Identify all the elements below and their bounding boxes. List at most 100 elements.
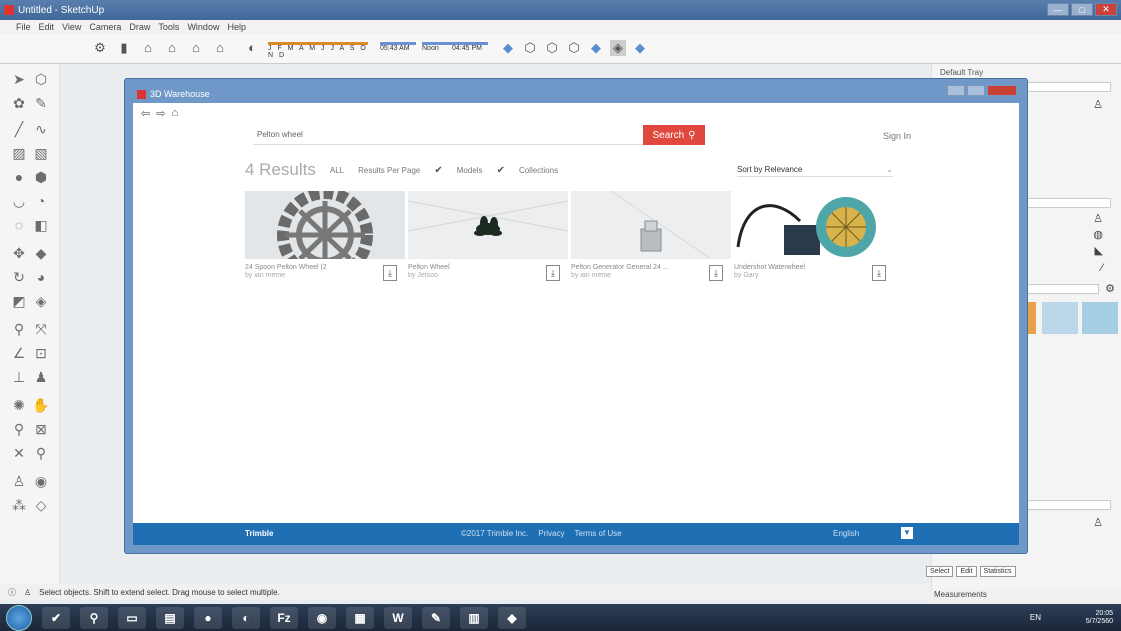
result-card[interactable]: Pelton Generator General 24 ... by ian m…: [571, 191, 731, 291]
task-chat-icon[interactable]: ●: [194, 606, 222, 629]
dialog-minimize-button[interactable]: [947, 85, 965, 96]
styles-icon[interactable]: ◣: [1095, 244, 1103, 257]
hidden-line-style-icon[interactable]: ⬡: [544, 40, 560, 56]
task-word-icon[interactable]: W: [384, 606, 412, 629]
close-button[interactable]: ✕: [1095, 3, 1117, 16]
dialog-close-button[interactable]: [987, 85, 1017, 96]
two-point-arc-icon[interactable]: ◌: [10, 216, 28, 234]
3d-text-icon[interactable]: ♟: [32, 368, 50, 386]
materials-icon[interactable]: ◍: [1093, 228, 1103, 241]
card-title[interactable]: Undershot Waterwheel: [734, 263, 864, 272]
eraser-icon[interactable]: ✎: [32, 94, 50, 112]
model-thumbnail[interactable]: [408, 191, 568, 259]
entity-info-icon[interactable]: ♙: [1093, 98, 1103, 111]
monochrome-style-icon[interactable]: ◈: [610, 40, 626, 56]
credits-icon[interactable]: ♙: [24, 588, 31, 597]
minimize-button[interactable]: —: [1047, 3, 1069, 16]
menu-view[interactable]: View: [62, 22, 81, 32]
geo-icon[interactable]: ⓘ: [8, 587, 16, 598]
previous-view-icon[interactable]: ⚲: [32, 444, 50, 462]
task-filezilla-icon[interactable]: Fz: [270, 606, 298, 629]
select-tool-icon[interactable]: ➤: [10, 70, 28, 88]
style-icon[interactable]: ◆: [632, 40, 648, 56]
trimble-logo[interactable]: Trimble: [245, 529, 273, 538]
task-files-icon[interactable]: ▥: [460, 606, 488, 629]
rotated-rectangle-icon[interactable]: ▧: [32, 144, 50, 162]
zoom-tool-icon[interactable]: ⚲: [10, 420, 28, 438]
filter-all[interactable]: ALL: [330, 166, 344, 175]
task-chrome-icon[interactable]: ◉: [308, 606, 336, 629]
language-select[interactable]: English: [833, 529, 859, 538]
look-around-icon[interactable]: ◉: [32, 472, 50, 490]
task-tool-icon[interactable]: ✎: [422, 606, 450, 629]
privacy-link[interactable]: Privacy: [538, 529, 564, 538]
walk-tool-icon[interactable]: ⁂: [10, 496, 28, 514]
orbit-tool-icon[interactable]: ✺: [10, 396, 28, 414]
menu-file[interactable]: File: [16, 22, 31, 32]
textured-style-icon[interactable]: ◆: [588, 40, 604, 56]
section-plane-icon[interactable]: ◇: [32, 496, 50, 514]
chevron-down-icon[interactable]: ▼: [901, 527, 913, 539]
download-icon[interactable]: ⤓: [546, 265, 560, 281]
follow-me-icon[interactable]: ◕: [32, 268, 50, 286]
component-icon[interactable]: ♙: [1093, 212, 1103, 225]
shadow-month-slider[interactable]: J F M A M J J A S O N D: [268, 42, 368, 59]
paint-bucket-icon[interactable]: ✿: [10, 94, 28, 112]
search-button[interactable]: Search ⚲: [643, 125, 705, 145]
language-indicator[interactable]: EN: [1030, 613, 1041, 622]
card-title[interactable]: 24 Spoon Pelton Wheel (2: [245, 263, 375, 272]
model-thumbnail[interactable]: [245, 191, 405, 259]
home-icon[interactable]: ⌂: [171, 107, 178, 120]
model-thumbnail[interactable]: [734, 191, 894, 259]
task-folder-icon[interactable]: ▤: [156, 606, 184, 629]
card-author[interactable]: by ian meme: [571, 272, 611, 279]
offset-tool-icon[interactable]: ◈: [32, 292, 50, 310]
rotate-tool-icon[interactable]: ↻: [10, 268, 28, 286]
download-icon[interactable]: ⤓: [709, 265, 723, 281]
results-per-page-dropdown[interactable]: Results Per Page: [358, 166, 420, 175]
front-view-icon[interactable]: ⌂: [164, 40, 180, 56]
protractor-icon[interactable]: ∠: [10, 344, 28, 362]
filter-collections[interactable]: Collections: [519, 166, 558, 175]
text-tool-icon[interactable]: ⊡: [32, 344, 50, 362]
tab-statistics[interactable]: Statistics: [979, 566, 1016, 577]
back-view-icon[interactable]: ⌂: [212, 40, 228, 56]
task-media-icon[interactable]: ◐: [232, 606, 260, 629]
home-icon[interactable]: ⌂: [140, 40, 156, 56]
sort-dropdown[interactable]: Sort by Relevance ⌄: [737, 165, 893, 177]
rectangle-tool-icon[interactable]: ▨: [10, 144, 28, 162]
measurements-box[interactable]: Measurements: [930, 590, 1121, 604]
task-search-icon[interactable]: ⚲: [80, 606, 108, 629]
forward-arrow-icon[interactable]: ⇨: [156, 107, 165, 120]
task-check-icon[interactable]: ✔: [42, 606, 70, 629]
menu-window[interactable]: Window: [187, 22, 219, 32]
card-author[interactable]: by Gary: [734, 272, 759, 279]
result-card[interactable]: 24 Spoon Pelton Wheel (2 by ian meme ⤓: [245, 191, 405, 291]
pan-tool-icon[interactable]: ✋: [32, 396, 50, 414]
menu-edit[interactable]: Edit: [39, 22, 55, 32]
eyedropper-icon[interactable]: ⁄: [1101, 262, 1103, 274]
dimension-tool-icon[interactable]: ⤧: [32, 320, 50, 338]
start-button[interactable]: [6, 604, 32, 631]
tape-measure-icon[interactable]: ⚲: [10, 320, 28, 338]
push-pull-tool-icon[interactable]: ◆: [32, 244, 50, 262]
xray-style-icon[interactable]: ◆: [500, 40, 516, 56]
menu-camera[interactable]: Camera: [89, 22, 121, 32]
result-card[interactable]: Undershot Waterwheel by Gary ⤓: [734, 191, 894, 291]
arc-tool-icon[interactable]: ◡: [10, 192, 28, 210]
result-card[interactable]: Pelton Wheel by Jetsoo ⤓: [408, 191, 568, 291]
dialog-maximize-button[interactable]: [967, 85, 985, 96]
scale-tool-icon[interactable]: ◩: [10, 292, 28, 310]
model-thumbnail[interactable]: [571, 191, 731, 259]
maximize-button[interactable]: □: [1071, 3, 1093, 16]
tab-select[interactable]: Select: [926, 566, 954, 577]
menu-draw[interactable]: Draw: [129, 22, 150, 32]
color-swatch[interactable]: [1028, 302, 1036, 334]
pie-tool-icon[interactable]: ◔: [32, 192, 50, 210]
move-tool-icon[interactable]: ✥: [10, 244, 28, 262]
menu-help[interactable]: Help: [227, 22, 246, 32]
download-icon[interactable]: ⤓: [383, 265, 397, 281]
card-title[interactable]: Pelton Wheel: [408, 263, 538, 272]
sign-in-link[interactable]: Sign In: [883, 131, 911, 141]
task-sketchup-icon[interactable]: ◆: [498, 606, 526, 629]
